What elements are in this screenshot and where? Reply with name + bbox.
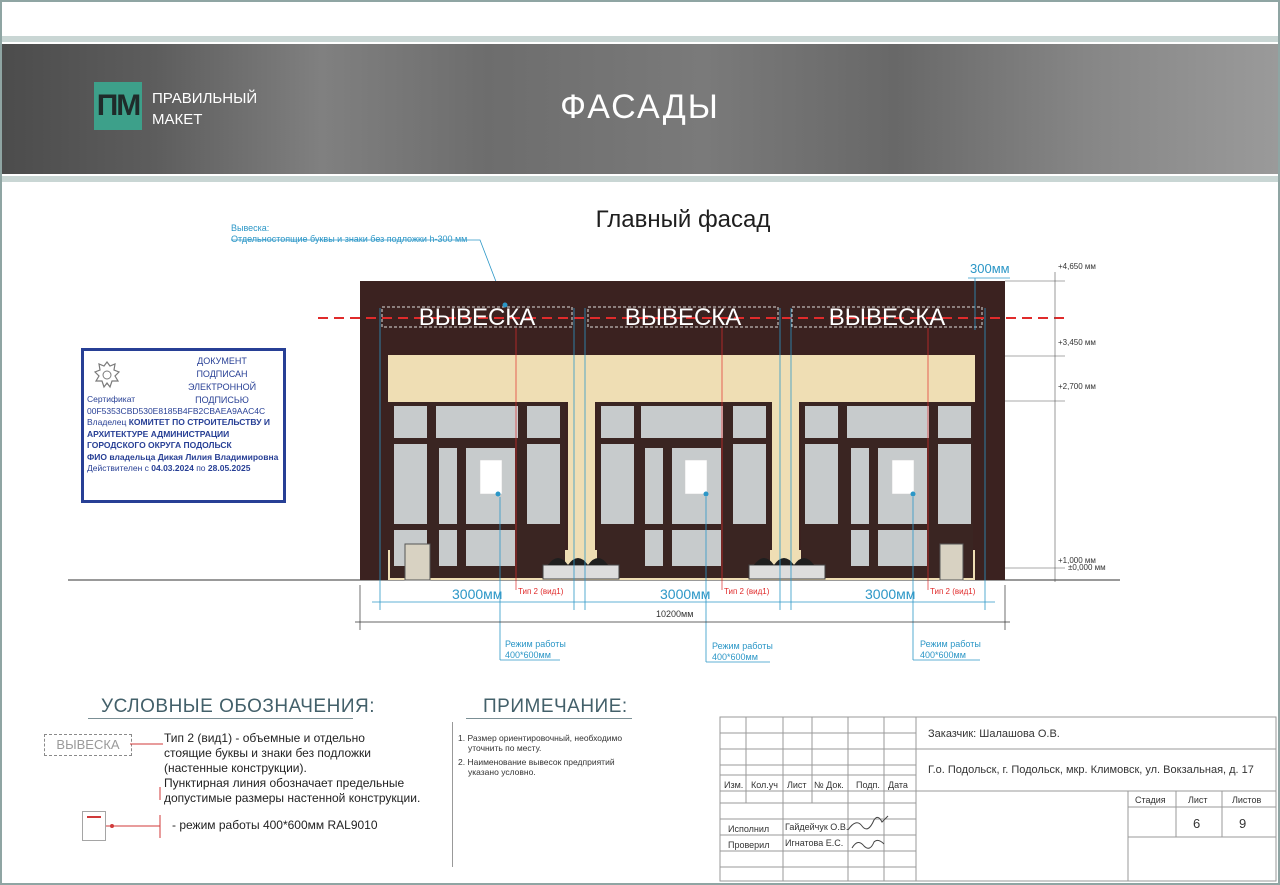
col-sign: Подп.: [856, 780, 880, 790]
signature-2: [851, 839, 885, 849]
col-list: Лист: [787, 780, 807, 790]
signature-1: [847, 815, 889, 831]
role-checker: Проверил: [728, 840, 770, 850]
sheets-value: 9: [1239, 816, 1247, 831]
col-doc: № Док.: [814, 780, 844, 790]
title-block-grid: [719, 716, 1277, 882]
sheet-label: Лист: [1188, 795, 1208, 805]
customer: Заказчик: Шалашова О.В.: [928, 728, 1060, 740]
name-executor: Гайдейчук О.В.: [785, 822, 849, 832]
address: Г.о. Подольск, г. Подольск, мкр. Климовс…: [928, 764, 1254, 776]
stage-label: Стадия: [1135, 795, 1166, 805]
col-date: Дата: [888, 780, 908, 790]
sheet-value: 6: [1193, 816, 1201, 831]
col-izm: Изм.: [724, 780, 744, 790]
col-kol: Кол.уч: [751, 780, 778, 790]
name-checker: Игнатова Е.С.: [785, 838, 844, 848]
role-executor: Исполнил: [728, 824, 770, 834]
sheets-label: Листов: [1232, 795, 1262, 805]
